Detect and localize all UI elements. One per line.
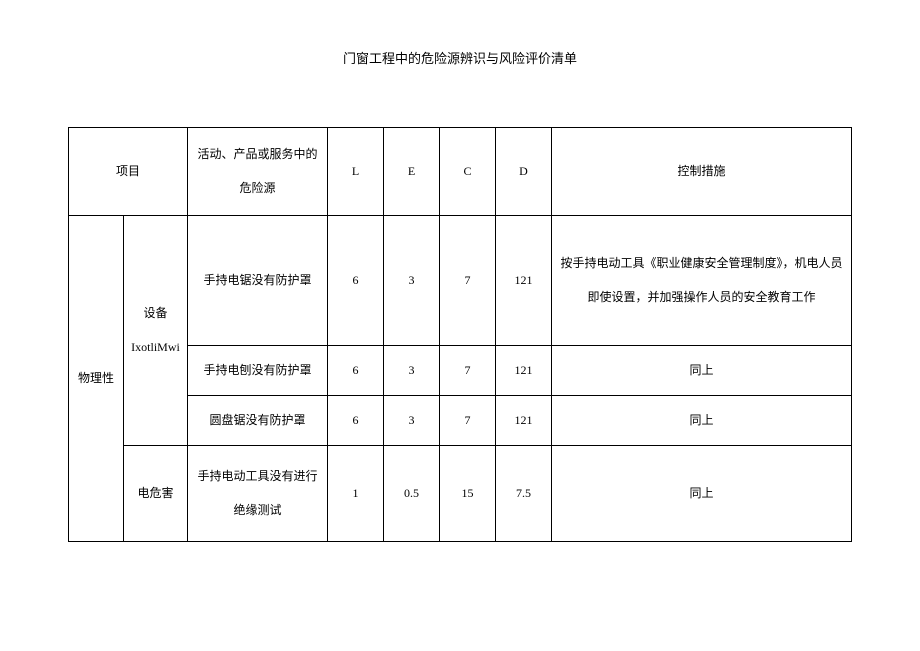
measure-cell: 同上: [552, 346, 852, 396]
measure-cell: 同上: [552, 396, 852, 446]
subcategory-cell: 设备IxotliMwi: [124, 216, 188, 446]
value-L: 1: [328, 446, 384, 542]
hazard-cell: 手持电动工具没有进行绝缘测试: [188, 446, 328, 542]
value-D: 121: [496, 396, 552, 446]
table-row: 物理性 设备IxotliMwi 手持电锯没有防护罩 6 3 7 121 按手持电…: [69, 216, 852, 346]
value-C: 7: [440, 216, 496, 346]
value-E: 0.5: [384, 446, 440, 542]
header-C: C: [440, 128, 496, 216]
hazard-cell: 手持电锯没有防护罩: [188, 216, 328, 346]
measure-cell: 同上: [552, 446, 852, 542]
hazard-cell: 手持电刨没有防护罩: [188, 346, 328, 396]
value-E: 3: [384, 396, 440, 446]
table-header-row: 项目 活动、产品或服务中的危险源 L E C D 控制措施: [69, 128, 852, 216]
value-L: 6: [328, 396, 384, 446]
header-D: D: [496, 128, 552, 216]
header-L: L: [328, 128, 384, 216]
value-C: 7: [440, 396, 496, 446]
table-container: 项目 活动、产品或服务中的危险源 L E C D 控制措施 物理性 设备Ixot…: [0, 127, 920, 542]
value-L: 6: [328, 216, 384, 346]
table-row: 电危害 手持电动工具没有进行绝缘测试 1 0.5 15 7.5 同上: [69, 446, 852, 542]
hazard-cell: 圆盘锯没有防护罩: [188, 396, 328, 446]
risk-table: 项目 活动、产品或服务中的危险源 L E C D 控制措施 物理性 设备Ixot…: [68, 127, 852, 542]
value-C: 15: [440, 446, 496, 542]
header-project: 项目: [69, 128, 188, 216]
header-E: E: [384, 128, 440, 216]
value-C: 7: [440, 346, 496, 396]
header-hazard: 活动、产品或服务中的危险源: [188, 128, 328, 216]
value-D: 7.5: [496, 446, 552, 542]
subcategory-cell: 电危害: [124, 446, 188, 542]
value-E: 3: [384, 216, 440, 346]
value-L: 6: [328, 346, 384, 396]
value-E: 3: [384, 346, 440, 396]
category-cell: 物理性: [69, 216, 124, 542]
measure-cell: 按手持电动工具《职业健康安全管理制度》，机电人员即使设置，并加强操作人员的安全教…: [552, 216, 852, 346]
value-D: 121: [496, 346, 552, 396]
header-measure: 控制措施: [552, 128, 852, 216]
page-title: 门窗工程中的危险源辨识与风险评价清单: [0, 0, 920, 127]
value-D: 121: [496, 216, 552, 346]
